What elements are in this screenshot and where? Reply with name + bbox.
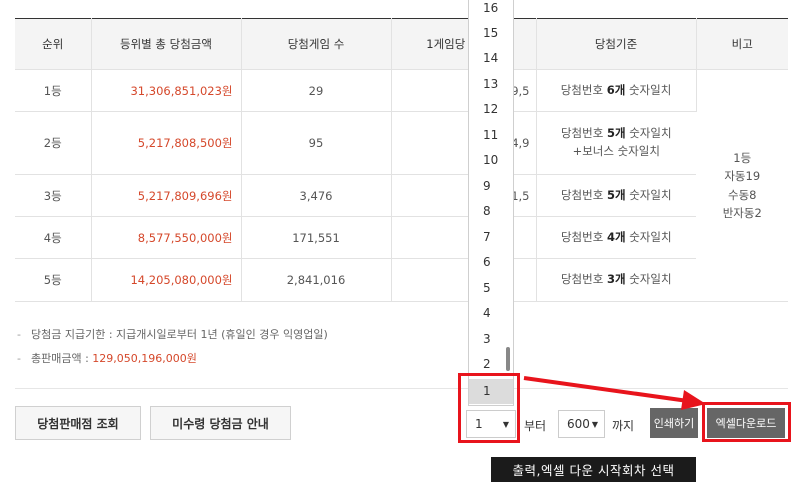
- header-winning-count: 당첨게임 수: [241, 18, 392, 70]
- winning-count-cell: 3,476: [241, 174, 392, 217]
- winning-count-cell: 2,841,016: [241, 258, 392, 302]
- unclaimed-prize-button[interactable]: 미수령 당첨금 안내: [150, 406, 291, 440]
- rank-cell: 1등: [15, 69, 92, 112]
- end-round-value: 600: [567, 417, 590, 431]
- table-header-row: 순위 등위별 총 당첨금액 당첨게임 수 1게임당 당첨금 당첨기준 비고: [15, 18, 788, 70]
- prize-per-game-cell: 1,079,5: [391, 69, 537, 112]
- total-sales-note: - 총판매금액 : 129,050,196,000원: [17, 352, 197, 365]
- note-line: 자동19: [724, 169, 761, 184]
- header-note: 비고: [696, 18, 788, 70]
- winning-count-cell: 95: [241, 111, 392, 175]
- criteria-text: 숫자일치: [625, 126, 672, 141]
- winning-count-cell: 29: [241, 69, 392, 112]
- criteria-text: 숫자일치: [625, 229, 672, 244]
- from-label: 부터: [524, 419, 547, 433]
- prize-per-game-cell: 54,9: [391, 111, 537, 175]
- note-cell: 1등 자동19 수동8 반자동2: [696, 69, 788, 302]
- criteria-text: 당첨번호: [560, 82, 607, 97]
- rank-cell: 3등: [15, 174, 92, 217]
- dropdown-option[interactable]: 6: [469, 250, 513, 275]
- dropdown-option[interactable]: 11: [469, 123, 513, 148]
- criteria-count: 5개: [606, 126, 626, 141]
- criteria-cell: 당첨번호 4개 숫자일치: [536, 216, 696, 259]
- prize-per-game-cell: 1,5: [391, 174, 537, 217]
- payment-deadline-note: - 당첨금 지급기한 : 지급개시일로부터 1년 (휴일인 경우 익영업일): [17, 328, 328, 341]
- criteria-text: 숫자일치: [625, 187, 672, 202]
- total-prize-cell: 5,217,809,696원: [91, 174, 242, 217]
- header-prize-per-game: 1게임당 당첨금: [391, 18, 537, 70]
- dropdown-option[interactable]: 16: [469, 0, 513, 21]
- dropdown-option[interactable]: 13: [469, 72, 513, 97]
- to-label: 까지: [612, 419, 635, 433]
- note-line: 반자동2: [722, 205, 762, 220]
- criteria-cell: 당첨번호 5개 숫자일치 +보너스 숫자일치: [536, 111, 696, 175]
- dropdown-option[interactable]: 5: [469, 276, 513, 301]
- criteria-count: 3개: [606, 272, 626, 287]
- criteria-bonus: +보너스 숫자일치: [572, 144, 660, 158]
- annotation-arrow-icon: [523, 376, 706, 410]
- total-prize-cell: 31,306,851,023원: [91, 69, 242, 112]
- highlight-excel-box: [702, 402, 791, 442]
- table-row: 1등 31,306,851,023원 29 1,079,5 당첨번호 6개 숫자…: [15, 69, 788, 302]
- dropdown-option[interactable]: 10: [469, 148, 513, 173]
- rank-cell: 5등: [15, 258, 92, 302]
- dropdown-option[interactable]: 4: [469, 301, 513, 326]
- total-prize-cell: 14,205,080,000원: [91, 258, 242, 302]
- header-criteria: 당첨기준: [536, 18, 697, 70]
- table-row: 2등 5,217,808,500원 95 54,9 당첨번호 5개 숫자일치 +보…: [15, 111, 788, 175]
- criteria-cell: 당첨번호 3개 숫자일치: [536, 258, 696, 302]
- sales-label: 총판매금액 :: [30, 352, 93, 365]
- deadline-text: 당첨금 지급기한 : 지급개시일로부터 1년 (휴일인 경우 익영업일): [30, 328, 328, 341]
- note-line: 1등: [733, 150, 752, 165]
- criteria-text: 당첨번호: [560, 187, 607, 202]
- prize-per-game-cell: [391, 216, 537, 259]
- dropdown-option[interactable]: 7: [469, 225, 513, 250]
- criteria-count: 4개: [606, 229, 626, 244]
- table-row: 3등 5,217,809,696원 3,476 1,5 당첨번호 5개 숫자일치: [15, 174, 788, 217]
- criteria-count: 5개: [606, 187, 626, 202]
- table-row: 4등 8,577,550,000원 171,551 당첨번호 4개 숫자일치: [15, 216, 788, 259]
- header-total-prize: 등위별 총 당첨금액: [91, 18, 242, 70]
- criteria-text: 당첨번호: [560, 272, 607, 287]
- dropdown-option[interactable]: 8: [469, 199, 513, 224]
- dropdown-option[interactable]: 14: [469, 46, 513, 71]
- start-round-dropdown-list[interactable]: 16 15 14 13 12 11 10 9 8 7 6 5 4 3 2 1: [468, 0, 514, 406]
- total-prize-cell: 5,217,808,500원: [91, 111, 242, 175]
- annotation-tooltip: 출력,엑셀 다운 시작회차 선택: [491, 457, 696, 482]
- criteria-cell: 당첨번호 5개 숫자일치: [536, 174, 696, 217]
- note-line: 수동8: [728, 187, 757, 202]
- prize-per-game-cell: [391, 258, 537, 302]
- winning-count-cell: 171,551: [241, 216, 392, 259]
- criteria-cell: 당첨번호 6개 숫자일치: [536, 69, 697, 112]
- prize-table: 순위 등위별 총 당첨금액 당첨게임 수 1게임당 당첨금 당첨기준 비고 1등…: [15, 18, 788, 302]
- header-rank: 순위: [15, 18, 92, 70]
- winning-stores-button[interactable]: 당첨판매점 조회: [15, 406, 141, 440]
- rank-cell: 2등: [15, 111, 92, 175]
- chevron-down-icon: ▼: [591, 419, 598, 429]
- criteria-count: 6개: [606, 82, 626, 97]
- sales-value: 129,050,196,000원: [92, 352, 197, 365]
- criteria-text: 당첨번호: [560, 229, 607, 244]
- dropdown-scrollbar[interactable]: [506, 347, 510, 371]
- criteria-text: 숫자일치: [625, 272, 672, 287]
- dropdown-option[interactable]: 12: [469, 97, 513, 122]
- criteria-text: 숫자일치: [625, 82, 672, 97]
- total-prize-cell: 8,577,550,000원: [91, 216, 242, 259]
- dropdown-option[interactable]: 15: [469, 21, 513, 46]
- table-row: 5등 14,205,080,000원 2,841,016 당첨번호 3개 숫자일…: [15, 258, 788, 302]
- highlight-start-round-box: [458, 373, 520, 443]
- criteria-text: 당첨번호: [560, 126, 607, 141]
- rank-cell: 4등: [15, 216, 92, 259]
- dropdown-option[interactable]: 9: [469, 174, 513, 199]
